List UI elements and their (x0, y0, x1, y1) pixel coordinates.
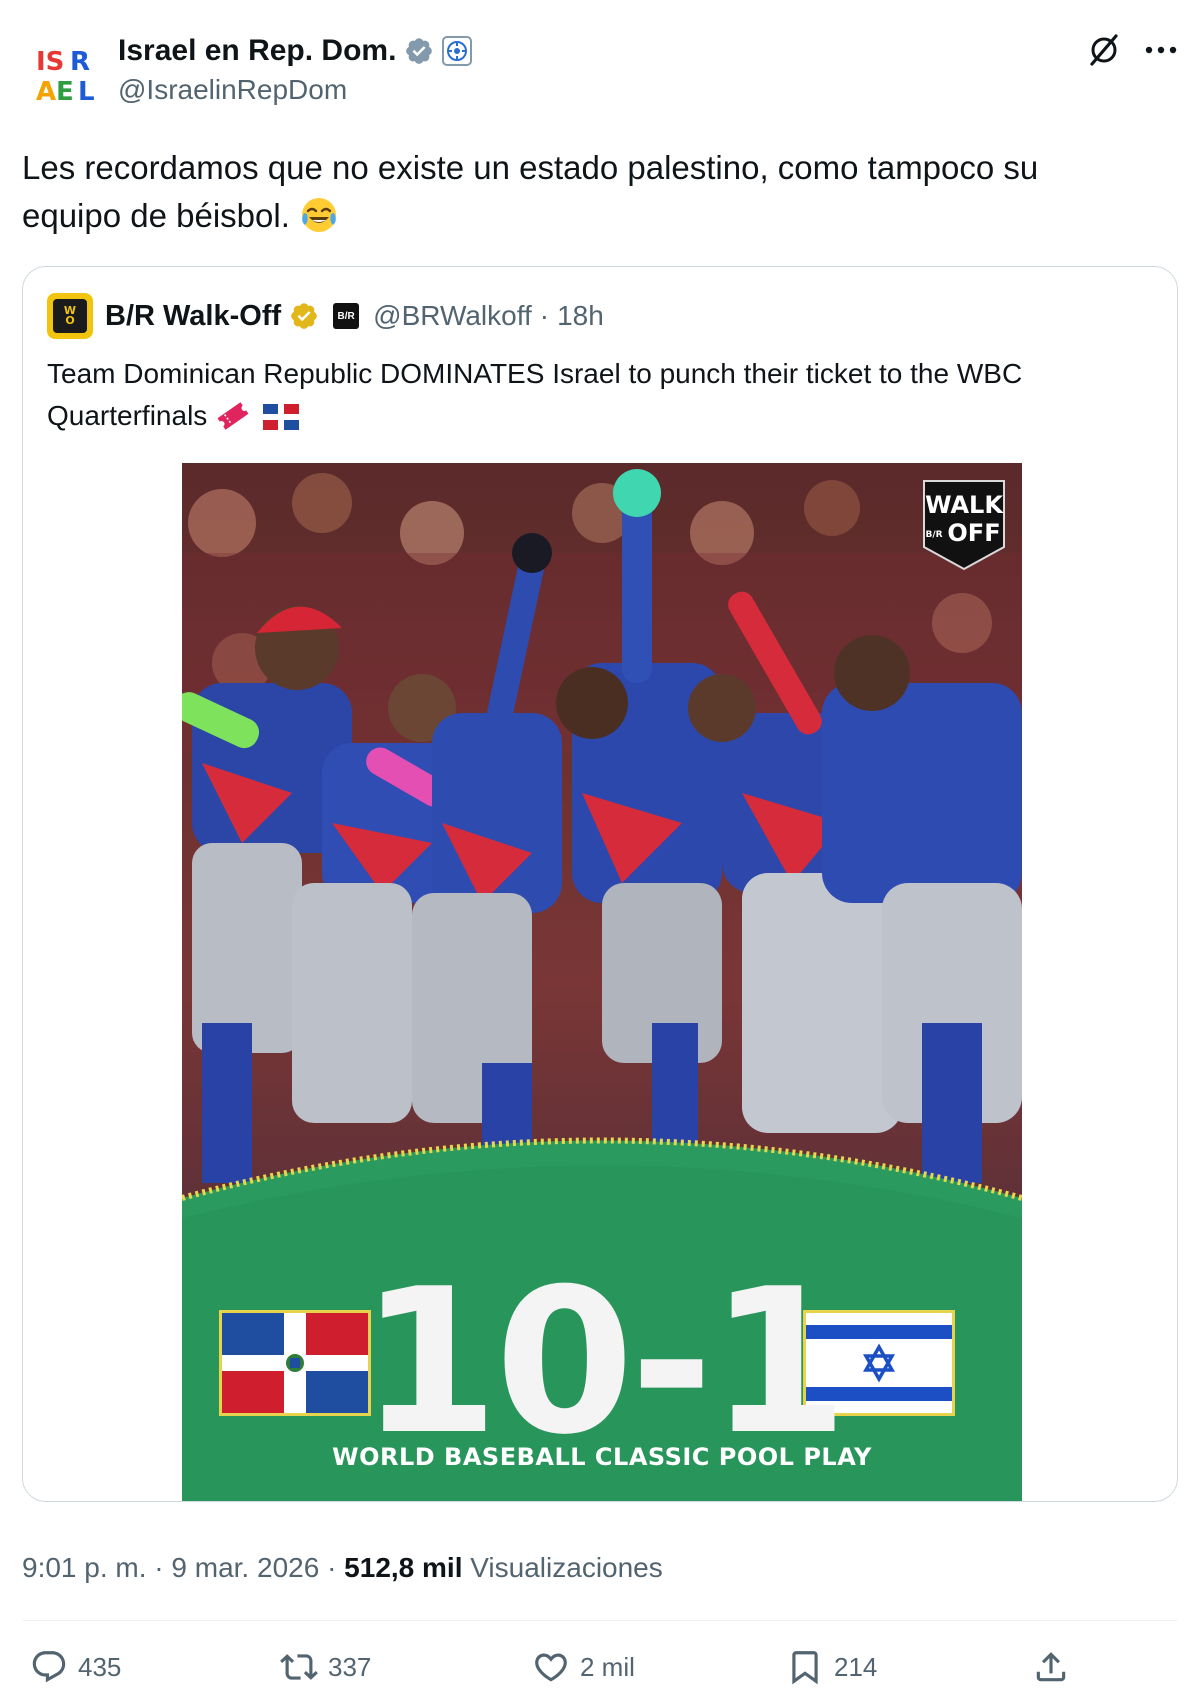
more-options-icon[interactable] (1144, 45, 1178, 55)
meta-separator: · (154, 1552, 164, 1583)
svg-text:R: R (70, 47, 90, 77)
quoted-author-display-name[interactable]: B/R Walk-Off (105, 300, 281, 333)
view-count: 512,8 mil (344, 1552, 463, 1583)
header-actions (1086, 32, 1178, 68)
svg-text:A: A (36, 77, 56, 107)
israel-logo-avatar-icon: IS R A E L (32, 38, 104, 110)
svg-text:IS: IS (36, 47, 64, 77)
walkoff-logo-bottom-text: OFF (947, 519, 1000, 547)
repost-icon (280, 1654, 318, 1680)
flag-dominican-republic-icon (262, 404, 299, 430)
walkoff-avatar-icon: WO (53, 299, 87, 333)
bookmark-count: 214 (834, 1651, 878, 1682)
like-count: 2 mil (580, 1651, 635, 1682)
walkoff-logo-top-text: WALK (925, 491, 1004, 519)
reply-count: 435 (78, 1651, 122, 1682)
quoted-separator: · (539, 300, 550, 331)
author-handle[interactable]: @IsraelinRepDom (118, 74, 472, 106)
post-date[interactable]: 9 mar. 2026 (171, 1552, 319, 1583)
quoted-post-text-content: Team Dominican Republic DOMINATES Israel… (47, 358, 1023, 431)
bookmark-button[interactable]: 214 (786, 1648, 877, 1686)
walkoff-logo-badge-text: B/R (925, 530, 942, 540)
post-meta: 9:01 p. m. · 9 mar. 2026 · 512,8 mil Vis… (22, 1552, 663, 1584)
post-header: IS R A E L Israel en Rep. Dom. @Israelin… (22, 28, 1178, 110)
grok-icon[interactable] (1086, 32, 1122, 68)
pool-play-caption: WORLD BASEBALL CLASSIC POOL PLAY (332, 1443, 872, 1471)
walkoff-logo: WALK OFF B/R (920, 477, 1008, 573)
face-with-tears-of-joy-icon (302, 198, 337, 232)
post-text-content: Les recordamos que no existe un estado p… (22, 149, 1039, 234)
br-affiliate-badge-icon[interactable]: B/R (333, 303, 360, 329)
share-icon (1036, 1652, 1066, 1682)
post-text: Les recordamos que no existe un estado p… (22, 144, 1142, 240)
reply-icon (32, 1651, 66, 1683)
author-display-name[interactable]: Israel en Rep. Dom. (118, 34, 396, 68)
bookmark-icon (792, 1651, 818, 1685)
government-affiliation-icon[interactable] (442, 36, 473, 66)
quoted-timestamp[interactable]: 18h (557, 300, 604, 332)
quoted-post-text: Team Dominican Republic DOMINATES Israel… (47, 353, 1157, 437)
svg-text:E: E (56, 77, 74, 107)
team-celebration-photo[interactable]: WALK OFF B/R 10-1 WORLD BASEBALL CLASSIC… (182, 463, 1022, 1501)
share-button[interactable] (1032, 1648, 1070, 1686)
meta-separator: · (327, 1552, 337, 1583)
view-label: Visualizaciones (470, 1552, 663, 1583)
quoted-post[interactable]: WO B/R Walk-Off B/R @BRWalkoff · 18h Tea… (22, 266, 1178, 1502)
quoted-author-handle[interactable]: @BRWalkoff (373, 300, 532, 332)
quoted-post-header: WO B/R Walk-Off B/R @BRWalkoff · 18h (47, 293, 604, 339)
verified-badge-icon[interactable] (404, 36, 434, 66)
svg-text:L: L (78, 77, 95, 107)
ticket-icon (217, 402, 249, 430)
action-bar: 435 337 2 mil 214 (22, 1638, 1178, 1698)
author-avatar[interactable]: IS R A E L (32, 38, 104, 110)
game-score: 10-1 (359, 1246, 849, 1479)
repost-count: 337 (328, 1651, 372, 1682)
post-time[interactable]: 9:01 p. m. (22, 1552, 147, 1583)
heart-icon (535, 1653, 567, 1682)
quoted-author-avatar[interactable]: WO (47, 293, 93, 339)
reply-button[interactable]: 435 (30, 1648, 121, 1686)
like-button[interactable]: 2 mil (532, 1648, 635, 1686)
divider (22, 1620, 1178, 1621)
repost-button[interactable]: 337 (280, 1648, 371, 1686)
gold-verified-badge-icon[interactable] (289, 301, 319, 331)
author-info: Israel en Rep. Dom. @IsraelinRepDom (118, 32, 473, 106)
